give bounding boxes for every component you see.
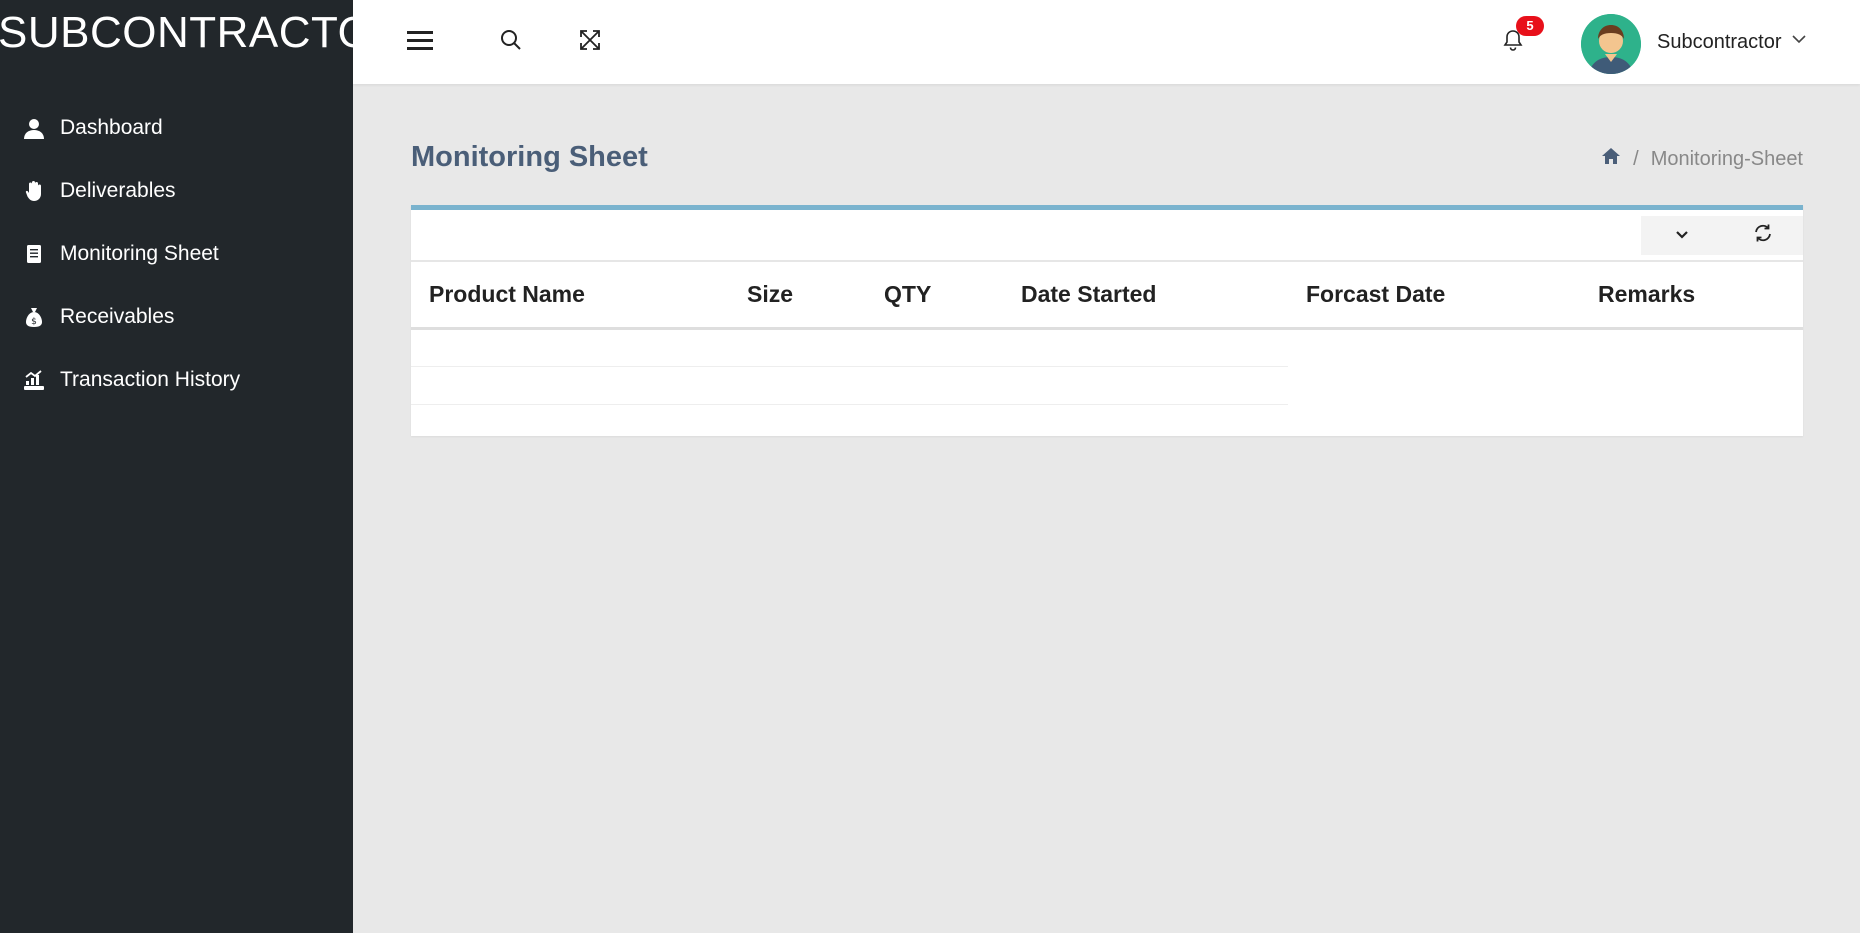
sidebar-item-dashboard[interactable]: Dashboard [0, 96, 353, 159]
money-bag-icon: $ [22, 305, 46, 329]
breadcrumb: / Monitoring-Sheet [1601, 147, 1803, 171]
column-header-remarks[interactable]: Remarks [1580, 262, 1803, 330]
sidebar-item-label: Monitoring Sheet [60, 241, 219, 265]
sidebar-item-transaction-history[interactable]: Transaction History [0, 348, 353, 411]
search-button[interactable] [491, 22, 531, 62]
table-header-row: Product Name Size QTY Date Started Forca… [411, 262, 1803, 330]
top-navbar: 5 Subcontractor [353, 0, 1860, 84]
column-header-forcast-date[interactable]: Forcast Date [1288, 262, 1580, 330]
sidebar-item-label: Transaction History [60, 367, 241, 391]
empty-cell [1288, 366, 1803, 404]
menu-toggle-button[interactable] [400, 22, 440, 62]
monitoring-table: Product Name Size QTY Date Started Forca… [411, 262, 1803, 405]
empty-cell [411, 328, 1288, 367]
home-icon[interactable] [1601, 147, 1621, 171]
hand-holding-chart-icon [22, 368, 46, 392]
search-icon [500, 29, 522, 56]
column-header-date-started[interactable]: Date Started [1003, 262, 1288, 330]
sidebar-item-receivables[interactable]: $ Receivables [0, 285, 353, 348]
avatar[interactable] [1581, 14, 1641, 74]
user-name[interactable]: Subcontractor [1657, 31, 1782, 54]
column-header-product-name[interactable]: Product Name [411, 262, 729, 330]
breadcrumb-separator: / [1633, 147, 1639, 170]
document-icon [22, 242, 46, 266]
collapse-button[interactable] [1641, 216, 1722, 255]
table-row [411, 328, 1803, 367]
sidebar-item-label: Dashboard [60, 115, 163, 139]
hamburger-icon [407, 29, 433, 56]
column-header-qty[interactable]: QTY [866, 262, 1003, 330]
refresh-icon [1753, 223, 1773, 248]
monitoring-sheet-card: Product Name Size QTY Date Started Forca… [411, 205, 1803, 436]
sidebar: SUBCONTRACTOR Dashboard Deliverables Mon… [0, 0, 353, 933]
chevron-down-icon[interactable] [1791, 32, 1807, 50]
user-icon [22, 116, 46, 140]
svg-text:$: $ [31, 317, 37, 327]
breadcrumb-current: Monitoring-Sheet [1650, 147, 1803, 170]
page-title: Monitoring Sheet [411, 141, 648, 173]
brand-title[interactable]: SUBCONTRACTOR [0, 8, 353, 58]
notification-count-badge: 5 [1516, 16, 1544, 36]
chevron-down-icon [1675, 227, 1689, 245]
sidebar-item-monitoring-sheet[interactable]: Monitoring Sheet [0, 222, 353, 285]
sidebar-item-label: Deliverables [60, 178, 176, 202]
hand-icon [22, 179, 46, 203]
expand-icon [580, 29, 600, 55]
empty-cell [1288, 328, 1803, 366]
empty-cell [411, 366, 1288, 405]
sidebar-item-deliverables[interactable]: Deliverables [0, 159, 353, 222]
card-tools [1641, 216, 1803, 255]
fullscreen-button[interactable] [570, 22, 610, 62]
refresh-button[interactable] [1722, 216, 1803, 255]
table-row [411, 366, 1803, 405]
column-header-size[interactable]: Size [729, 262, 866, 330]
sidebar-item-label: Receivables [60, 304, 175, 328]
sidebar-nav: Dashboard Deliverables Monitoring Sheet … [0, 96, 353, 411]
